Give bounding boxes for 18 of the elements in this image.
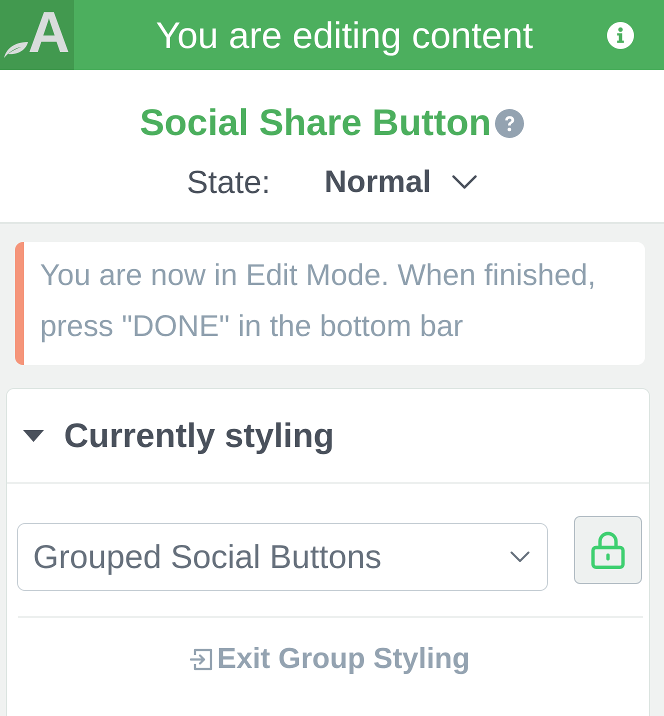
lock-icon bbox=[591, 531, 625, 569]
info-icon[interactable] bbox=[607, 22, 634, 48]
logo-letter: A bbox=[28, 8, 70, 58]
state-label: State: bbox=[186, 163, 270, 202]
triangle-icon[interactable] bbox=[23, 430, 44, 442]
card-title: Currently styling bbox=[64, 418, 334, 452]
exit-group-styling-link[interactable]: Exit Group Styling bbox=[190, 641, 470, 677]
exit-icon bbox=[190, 648, 214, 670]
state-dropdown[interactable]: Normal bbox=[324, 162, 478, 202]
element-title: Social Share Button bbox=[140, 101, 492, 145]
caret-icon bbox=[452, 175, 478, 189]
leaf-icon bbox=[4, 42, 28, 58]
header-title: You are editing content bbox=[156, 16, 534, 54]
group-select-field[interactable]: Grouped Social Buttons bbox=[17, 523, 548, 591]
help-icon[interactable] bbox=[495, 108, 524, 138]
lock-button[interactable] bbox=[574, 516, 642, 584]
notice-text: You are now in Edit Mode. When finished, press "DONE" in the bottom bar bbox=[40, 258, 597, 345]
caret-icon bbox=[510, 551, 530, 563]
